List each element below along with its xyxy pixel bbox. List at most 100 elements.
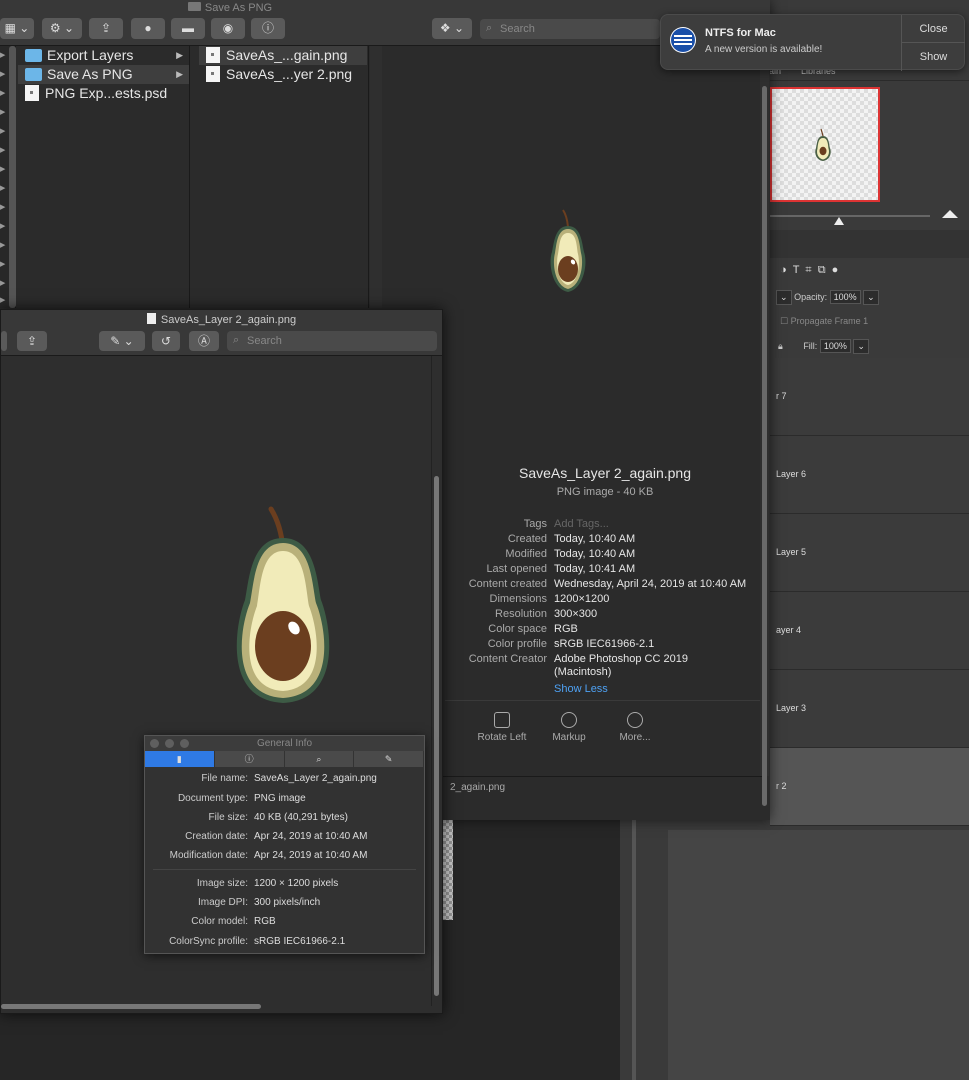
ntfs-notification[interactable]: NTFS for Mac A new version is available!… <box>660 14 965 71</box>
meta-key: Resolution <box>495 608 547 620</box>
window-close-button[interactable] <box>150 739 159 748</box>
window-minimize-button[interactable] <box>165 739 174 748</box>
share-button[interactable]: ⇪ <box>17 331 47 351</box>
gi-key: Document type: <box>177 793 248 804</box>
finder-column-folders: Export Layers ▶ Save As PNG ▶ PNG Exp...es… <box>18 46 190 308</box>
meta-value: sRGB IEC61966-2.1 <box>554 638 655 650</box>
ps-zoom-slider[interactable] <box>770 215 930 217</box>
gi-value: Apr 24, 2019 at 10:40 AM <box>254 831 368 842</box>
ps-fill-input[interactable]: 100% <box>819 339 851 353</box>
finder-item-export-layers[interactable]: Export Layers ▶ <box>18 46 189 65</box>
ps-tab-divider <box>770 80 969 81</box>
finder-column-scrollbar[interactable] <box>9 46 16 308</box>
meta-key: Color space <box>488 623 547 635</box>
markup-pen-button[interactable]: ✎ ⌄ <box>99 331 145 351</box>
finder-title-text: Save As PNG <box>204 2 273 14</box>
ps-layer-row[interactable]: r 7 <box>770 358 969 436</box>
scrollbar-thumb[interactable] <box>1 1004 261 1009</box>
gi-value: 40 KB (40,291 bytes) <box>254 812 348 823</box>
finder-item-png-export-psd[interactable]: PNG Exp...ests.psd <box>18 84 189 103</box>
ps-layer-row[interactable]: Layer 6 <box>770 436 969 514</box>
info-button[interactable]: ⓘ <box>251 18 285 39</box>
finder-search-input[interactable]: Search <box>480 19 660 39</box>
markup-toolbar-button[interactable]: Ⓐ <box>189 331 219 351</box>
ps-canvas-thumbnail[interactable] <box>770 87 880 202</box>
preview-search-input[interactable]: Search <box>227 331 437 351</box>
ps-opacity-dropdown[interactable]: ⌄ <box>863 290 879 305</box>
ps-opacity-input[interactable]: 100% <box>829 290 861 304</box>
ps-propagate-checkbox[interactable]: ☐ <box>780 316 788 326</box>
meta-value: 1200×1200 <box>554 593 610 605</box>
ps-layer-name: r 7 <box>776 391 787 401</box>
gi-key: Modification date: <box>169 850 248 861</box>
general-info-separator <box>153 869 416 870</box>
preview-vertical-scrollbar[interactable] <box>431 356 441 1006</box>
finder-file-item[interactable]: SaveAs_...yer 2.png <box>199 65 367 84</box>
action-label: Markup <box>552 732 586 743</box>
gi-value: SaveAs_Layer 2_again.png <box>254 773 377 784</box>
rotate-button[interactable]: ↺ <box>152 331 180 351</box>
meta-value: Adobe Photoshop CC 2019 <box>554 653 688 665</box>
ps-propagate-label: Propagate Frame 1 <box>790 316 869 326</box>
scrollbar-thumb[interactable] <box>762 86 767 806</box>
meta-value: Today, 10:41 AM <box>554 563 636 575</box>
ntfs-app-icon <box>670 27 696 53</box>
finder-file-item[interactable]: SaveAs_...gain.png <box>199 46 367 65</box>
notification-close-button[interactable]: Close <box>901 15 965 43</box>
gi-key: Image DPI: <box>197 897 248 908</box>
ps-zoom-knob[interactable] <box>834 217 844 225</box>
dropbox-button[interactable]: ❖ ⌄ <box>432 18 472 39</box>
meta-key: Modified <box>505 548 547 560</box>
tab-info-icon[interactable]: ⓘ <box>215 751 285 767</box>
ps-layer-row[interactable]: ayer 4 <box>770 592 969 670</box>
chevron-right-icon: ▶ <box>176 69 183 79</box>
ps-layer-row[interactable]: Layer 5 <box>770 514 969 592</box>
gi-key: ColorSync profile: <box>169 936 248 947</box>
finder-item-label: Export Layers <box>47 47 134 63</box>
sidebar-toggle-button[interactable] <box>1 331 7 351</box>
ps-layer-name: Layer 6 <box>776 469 807 479</box>
chevron-right-icon: ▶ <box>176 50 183 60</box>
finder-vertical-scrollbar[interactable] <box>760 46 769 806</box>
scrollbar-thumb[interactable] <box>434 476 439 996</box>
ps-fill-dropdown[interactable]: ⌄ <box>853 339 869 354</box>
avocado-thumb-icon <box>815 128 831 161</box>
gi-key: Color model: <box>191 916 248 927</box>
meta-key: Content created <box>468 578 547 590</box>
folder-button[interactable]: ▬ <box>171 18 205 39</box>
mountain-large-icon[interactable] <box>942 210 958 218</box>
tab-pencil-icon[interactable]: ✎ <box>354 751 424 767</box>
tab-search-icon[interactable]: ⌕ <box>285 751 355 767</box>
ps-layer-row-selected[interactable]: r 2 <box>770 748 969 826</box>
ps-propagate-row[interactable]: ☐ Propagate Frame 1 <box>780 316 868 327</box>
ps-bottom-strip <box>668 830 969 1080</box>
finder-file-label: SaveAs_...gain.png <box>226 47 348 63</box>
meta-value: Today, 10:40 AM <box>554 533 636 545</box>
ps-layer-filter-icons[interactable]: ◑ T ⌗ ⧉ ● <box>780 264 838 277</box>
ps-layer-name: ayer 4 <box>776 625 802 635</box>
ps-blend-mode[interactable]: ⌄ <box>776 290 792 305</box>
notification-show-button[interactable]: Show <box>901 43 965 71</box>
finder-item-save-as-png[interactable]: Save As PNG ▶ <box>18 65 189 84</box>
lock-icon[interactable]: 🔒︎ <box>778 341 783 351</box>
more-button[interactable]: More... <box>595 712 675 743</box>
tags-input[interactable]: Add Tags... <box>554 518 609 530</box>
share-button[interactable]: ⇪ <box>89 18 123 39</box>
gi-key: File size: <box>208 812 248 823</box>
ps-layer-row[interactable]: Layer 3 <box>770 670 969 748</box>
preview-file-kind: PNG image - 40 KB <box>556 486 654 498</box>
finder-toolbar: Save As PNG ▦ ⌄ ⚙ ⌄ ⇪ ● ▬ ◉ ⓘ ❖ ⌄ Search… <box>0 0 770 46</box>
ps-fill-label: Fill: <box>803 341 818 351</box>
tab-document-icon[interactable]: ▮ <box>145 751 215 767</box>
finder-window-title: Save As PNG <box>0 2 460 14</box>
view-options-button[interactable]: ▦ ⌄ <box>0 18 34 39</box>
tag-button[interactable]: ● <box>131 18 165 39</box>
window-zoom-button[interactable] <box>180 739 189 748</box>
column-resize-handle[interactable] <box>370 46 382 308</box>
action-gear-button[interactable]: ⚙ ⌄ <box>42 18 82 39</box>
eye-icon[interactable]: ◉ <box>211 18 245 39</box>
show-less-link[interactable]: Show Less <box>554 683 608 695</box>
preview-horizontal-scrollbar[interactable] <box>1 1002 431 1012</box>
action-label: More... <box>619 732 651 743</box>
meta-key: Content Creator <box>468 653 547 665</box>
